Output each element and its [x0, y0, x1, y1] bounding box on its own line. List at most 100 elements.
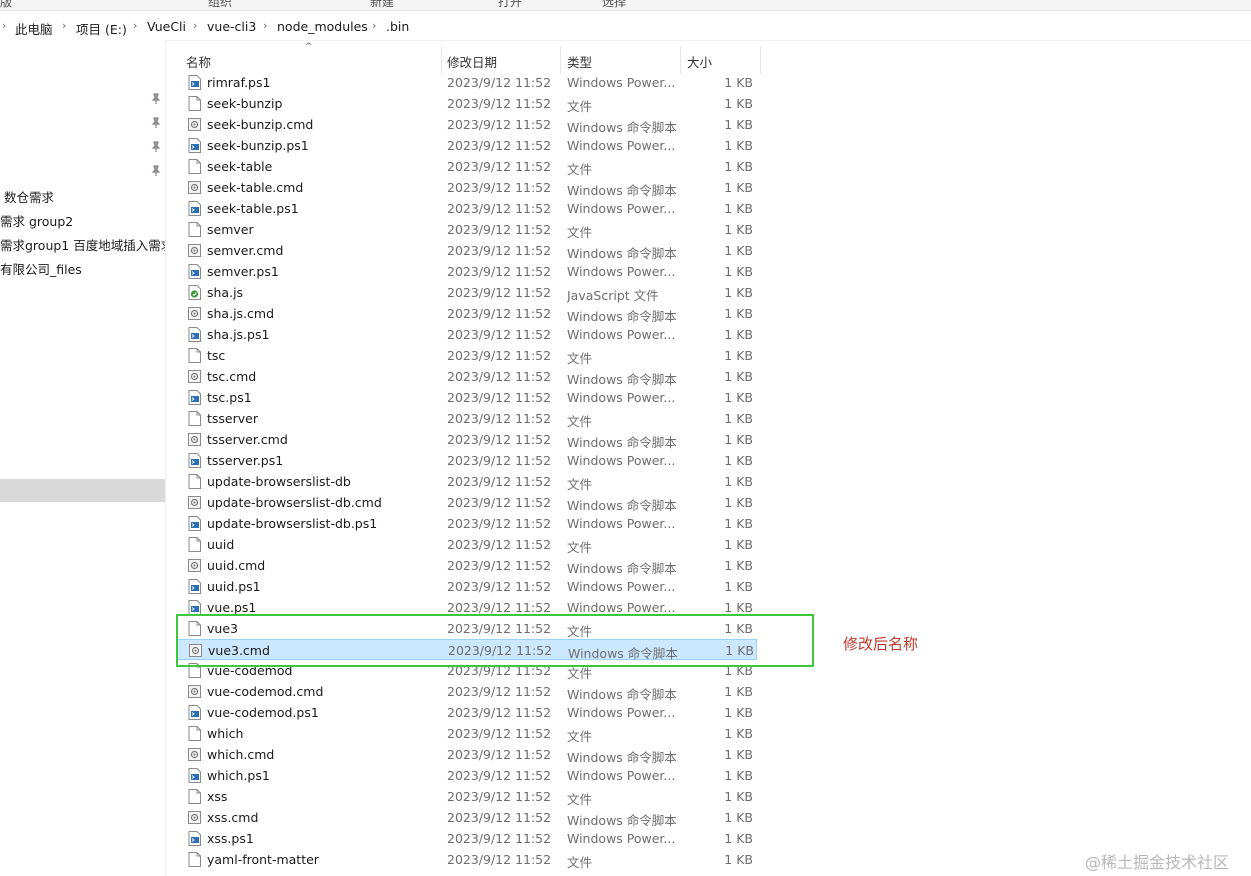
file-row[interactable]: seek-table.ps1 2023/9/12 11:52 Windows Pow… — [177, 198, 757, 219]
breadcrumb-bin[interactable]: .bin — [386, 19, 409, 34]
file-size: 1 KB — [724, 558, 753, 573]
file-row[interactable]: which.ps1 2023/9/12 11:52 Windows Power...… — [177, 765, 757, 786]
file-row[interactable]: xss.ps1 2023/9/12 11:52 Windows Power... 1 … — [177, 828, 757, 849]
column-header-date[interactable]: 修改日期 — [447, 52, 497, 71]
file-row[interactable]: semver.cmd 2023/9/12 11:52 Windows 命令脚本 1 K… — [177, 240, 757, 261]
file-name: semver.cmd — [207, 243, 284, 258]
file-row[interactable]: seek-bunzip.cmd 2023/9/12 11:52 Windows 命令… — [177, 114, 757, 135]
nav-item-requirements-group1[interactable]: 需求group1 百度地域插入需求 — [0, 235, 165, 254]
file-type: JavaScript 文件 — [567, 288, 659, 303]
column-header-name[interactable]: 名称 — [186, 52, 211, 71]
file-type: Windows 命令脚本 — [567, 183, 677, 198]
column-divider[interactable] — [441, 46, 442, 74]
ribbon-label-open[interactable]: 打开 — [498, 0, 522, 10]
breadcrumb-chevron-icon[interactable]: › — [372, 19, 376, 32]
file-modified-date: 2023/9/12 11:52 — [447, 747, 552, 762]
file-row[interactable]: tsserver.ps1 2023/9/12 11:52 Windows Power… — [177, 450, 757, 471]
file-name: seek-table.ps1 — [207, 201, 299, 216]
file-name: semver — [207, 222, 254, 237]
file-row[interactable]: sha.js 2023/9/12 11:52 JavaScript 文件 1 KB — [177, 282, 757, 303]
file-name: seek-table — [207, 159, 273, 174]
file-type: 文件 — [567, 414, 593, 429]
file-row[interactable]: yaml-front-matter 2023/9/12 11:52 文件 1 KB — [177, 849, 757, 870]
breadcrumb-chevron-icon[interactable]: › — [263, 19, 267, 32]
file-row[interactable]: tsserver.cmd 2023/9/12 11:52 Windows 命令脚本 1… — [177, 429, 757, 450]
cmd-icon — [188, 243, 201, 258]
breadcrumb-this-pc[interactable]: 此电脑 — [15, 19, 53, 38]
ribbon-label-new[interactable]: 新建 — [370, 0, 394, 10]
ribbon-label-organize[interactable]: 组织 — [208, 0, 232, 10]
nav-selected-item[interactable] — [0, 479, 165, 502]
column-header-type[interactable]: 类型 — [567, 52, 592, 71]
nav-item-warehouse-requirements[interactable]: 数仓需求 — [4, 187, 54, 206]
file-row[interactable]: seek-bunzip 2023/9/12 11:52 文件 1 KB — [177, 93, 757, 114]
annotation-label: 修改后名称 — [843, 635, 919, 653]
file-row[interactable]: tsserver 2023/9/12 11:52 文件 1 KB — [177, 408, 757, 429]
file-size: 1 KB — [724, 810, 753, 825]
file-row[interactable]: semver.ps1 2023/9/12 11:52 Windows Power..… — [177, 261, 757, 282]
column-divider[interactable] — [680, 46, 681, 74]
cmd-icon — [188, 810, 201, 825]
pin-icon[interactable] — [150, 165, 162, 177]
file-icon — [188, 726, 201, 741]
file-row[interactable]: rimraf.ps1 2023/9/12 11:52 Windows Power..… — [177, 72, 757, 93]
file-modified-date: 2023/9/12 11:52 — [447, 75, 552, 90]
breadcrumb-chevron-icon[interactable]: › — [133, 19, 137, 32]
file-row[interactable]: sha.js.ps1 2023/9/12 11:52 Windows Power..… — [177, 324, 757, 345]
file-row[interactable]: update-browserslist-db.cmd 2023/9/12 11:5… — [177, 492, 757, 513]
address-bar[interactable]: › 此电脑 › 项目 (E:) › VueCli › vue-cli3 › no… — [0, 14, 1251, 41]
file-name: uuid — [207, 537, 235, 552]
column-header-size[interactable]: 大小 — [687, 52, 712, 71]
file-size: 1 KB — [724, 411, 753, 426]
file-row[interactable]: tsc 2023/9/12 11:52 文件 1 KB — [177, 345, 757, 366]
pin-icon[interactable] — [150, 117, 162, 129]
file-row[interactable]: xss.cmd 2023/9/12 11:52 Windows 命令脚本 1 KB — [177, 807, 757, 828]
file-row[interactable]: which 2023/9/12 11:52 文件 1 KB — [177, 723, 757, 744]
file-row[interactable]: uuid 2023/9/12 11:52 文件 1 KB — [177, 534, 757, 555]
file-row[interactable]: seek-table.cmd 2023/9/12 11:52 Windows 命令脚… — [177, 177, 757, 198]
breadcrumb-chevron-icon[interactable]: › — [2, 19, 6, 32]
file-type: 文件 — [567, 225, 593, 240]
file-row[interactable]: vue-codemod.cmd 2023/9/12 11:52 Windows 命令… — [177, 681, 757, 702]
file-row[interactable]: tsc.cmd 2023/9/12 11:52 Windows 命令脚本 1 KB — [177, 366, 757, 387]
file-icon — [188, 852, 201, 867]
file-modified-date: 2023/9/12 11:52 — [447, 159, 552, 174]
file-row[interactable]: uuid.cmd 2023/9/12 11:52 Windows 命令脚本 1 KB — [177, 555, 757, 576]
file-modified-date: 2023/9/12 11:52 — [447, 411, 552, 426]
file-type: 文件 — [567, 351, 593, 366]
ribbon-label-select[interactable]: 选择 — [602, 0, 626, 10]
pin-icon[interactable] — [150, 93, 162, 105]
file-row[interactable]: semver 2023/9/12 11:52 文件 1 KB — [177, 219, 757, 240]
file-type: Windows 命令脚本 — [567, 246, 677, 261]
file-name: seek-bunzip.ps1 — [207, 138, 309, 153]
pin-icon[interactable] — [150, 141, 162, 153]
file-name: which — [207, 726, 244, 741]
file-size: 1 KB — [724, 432, 753, 447]
breadcrumb-drive-e[interactable]: 项目 (E:) — [76, 19, 127, 38]
nav-item-company-files[interactable]: 有限公司_files — [0, 259, 82, 278]
ribbon-label-view[interactable]: 版 — [0, 0, 12, 10]
breadcrumb-chevron-icon[interactable]: › — [193, 19, 197, 32]
nav-item-requirements-group2[interactable]: 需求 group2 — [0, 211, 73, 230]
file-row[interactable]: tsc.ps1 2023/9/12 11:52 Windows Power... 1 … — [177, 387, 757, 408]
file-row[interactable]: update-browserslist-db.ps1 2023/9/12 11:5… — [177, 513, 757, 534]
column-divider[interactable] — [760, 46, 761, 74]
breadcrumb-chevron-icon[interactable]: › — [62, 19, 66, 32]
file-row[interactable]: seek-bunzip.ps1 2023/9/12 11:52 Windows Po… — [177, 135, 757, 156]
breadcrumb-node-modules[interactable]: node_modules — [277, 19, 368, 34]
file-row[interactable]: uuid.ps1 2023/9/12 11:52 Windows Power... 1… — [177, 576, 757, 597]
file-row[interactable]: update-browserslist-db 2023/9/12 11:52 文件 1… — [177, 471, 757, 492]
file-row[interactable]: which.cmd 2023/9/12 11:52 Windows 命令脚本 1 KB — [177, 744, 757, 765]
file-row[interactable]: xss 2023/9/12 11:52 文件 1 KB — [177, 786, 757, 807]
column-divider[interactable] — [560, 46, 561, 74]
file-row[interactable]: vue-codemod.ps1 2023/9/12 11:52 Windows Po… — [177, 702, 757, 723]
breadcrumb-vuecli[interactable]: VueCli — [147, 19, 186, 34]
breadcrumb-vue-cli3[interactable]: vue-cli3 — [207, 19, 256, 34]
file-row[interactable]: sha.js.cmd 2023/9/12 11:52 Windows 命令脚本 1 K… — [177, 303, 757, 324]
file-size: 1 KB — [724, 495, 753, 510]
file-type: Windows 命令脚本 — [567, 498, 677, 513]
file-modified-date: 2023/9/12 11:52 — [447, 684, 552, 699]
file-row[interactable]: seek-table 2023/9/12 11:52 文件 1 KB — [177, 156, 757, 177]
file-modified-date: 2023/9/12 11:52 — [447, 390, 552, 405]
file-modified-date: 2023/9/12 11:52 — [447, 579, 552, 594]
